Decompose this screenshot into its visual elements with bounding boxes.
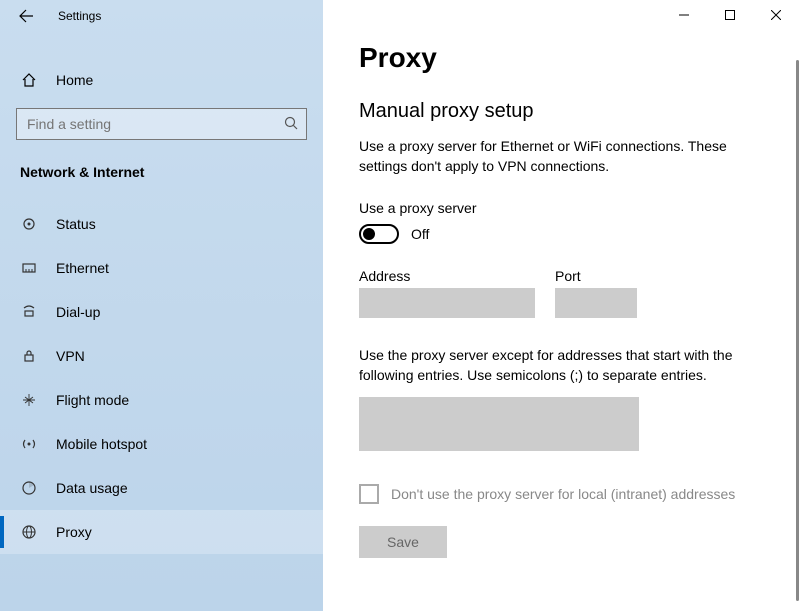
sidebar-item-mobile-hotspot[interactable]: Mobile hotspot — [0, 422, 323, 466]
dialup-icon — [20, 304, 38, 320]
section-description: Use a proxy server for Ethernet or WiFi … — [359, 137, 763, 176]
minimize-icon — [679, 10, 689, 20]
search-wrap — [16, 108, 307, 140]
sidebar-item-status[interactable]: Status — [0, 202, 323, 246]
sidebar: Settings Home Network & Internet Status … — [0, 0, 323, 611]
sidebar-item-vpn[interactable]: VPN — [0, 334, 323, 378]
main-panel: Proxy Manual proxy setup Use a proxy ser… — [323, 0, 799, 611]
home-button[interactable]: Home — [0, 64, 323, 96]
home-label: Home — [56, 72, 93, 88]
vpn-icon — [20, 348, 38, 364]
port-input[interactable] — [555, 288, 637, 318]
content: Proxy Manual proxy setup Use a proxy ser… — [323, 0, 799, 558]
airplane-icon — [20, 392, 38, 408]
data-icon — [20, 480, 38, 496]
sidebar-item-label: Flight mode — [56, 392, 129, 408]
back-button[interactable] — [14, 4, 38, 28]
sidebar-item-flight-mode[interactable]: Flight mode — [0, 378, 323, 422]
sidebar-item-label: Ethernet — [56, 260, 109, 276]
toggle-label: Use a proxy server — [359, 200, 763, 216]
minimize-button[interactable] — [661, 0, 707, 30]
back-arrow-icon — [18, 8, 34, 24]
sidebar-item-data-usage[interactable]: Data usage — [0, 466, 323, 510]
local-intranet-checkbox[interactable] — [359, 484, 379, 504]
sidebar-item-label: Status — [56, 216, 96, 232]
app-title: Settings — [58, 9, 101, 23]
use-proxy-toggle[interactable] — [359, 224, 399, 244]
sidebar-menu: Status Ethernet Dial-up VPN Flight mode … — [0, 202, 323, 554]
category-title: Network & Internet — [0, 140, 323, 192]
maximize-button[interactable] — [707, 0, 753, 30]
sidebar-item-label: Proxy — [56, 524, 92, 540]
maximize-icon — [725, 10, 735, 20]
search-icon — [283, 115, 299, 136]
proxy-icon — [20, 524, 38, 540]
sidebar-item-ethernet[interactable]: Ethernet — [0, 246, 323, 290]
status-icon — [20, 216, 38, 232]
exceptions-input[interactable] — [359, 397, 639, 451]
sidebar-item-label: VPN — [56, 348, 85, 364]
sidebar-item-proxy[interactable]: Proxy — [0, 510, 323, 554]
section-title: Manual proxy setup — [359, 100, 763, 123]
ethernet-icon — [20, 260, 38, 276]
toggle-knob — [363, 228, 375, 240]
address-input[interactable] — [359, 288, 535, 318]
hotspot-icon — [20, 436, 38, 452]
sidebar-item-label: Data usage — [56, 480, 128, 496]
sidebar-item-label: Dial-up — [56, 304, 100, 320]
sidebar-item-dialup[interactable]: Dial-up — [0, 290, 323, 334]
close-icon — [771, 10, 781, 20]
titlebar: Settings — [0, 0, 323, 32]
sidebar-item-label: Mobile hotspot — [56, 436, 147, 452]
port-label: Port — [555, 268, 637, 284]
toggle-state: Off — [411, 226, 429, 242]
close-button[interactable] — [753, 0, 799, 30]
home-icon — [20, 72, 38, 88]
search-input[interactable] — [16, 108, 307, 140]
local-intranet-label: Don't use the proxy server for local (in… — [391, 486, 735, 502]
exceptions-description: Use the proxy server except for addresse… — [359, 346, 763, 385]
window-controls — [661, 0, 799, 30]
save-button[interactable]: Save — [359, 526, 447, 558]
page-title: Proxy — [359, 42, 763, 74]
address-label: Address — [359, 268, 535, 284]
